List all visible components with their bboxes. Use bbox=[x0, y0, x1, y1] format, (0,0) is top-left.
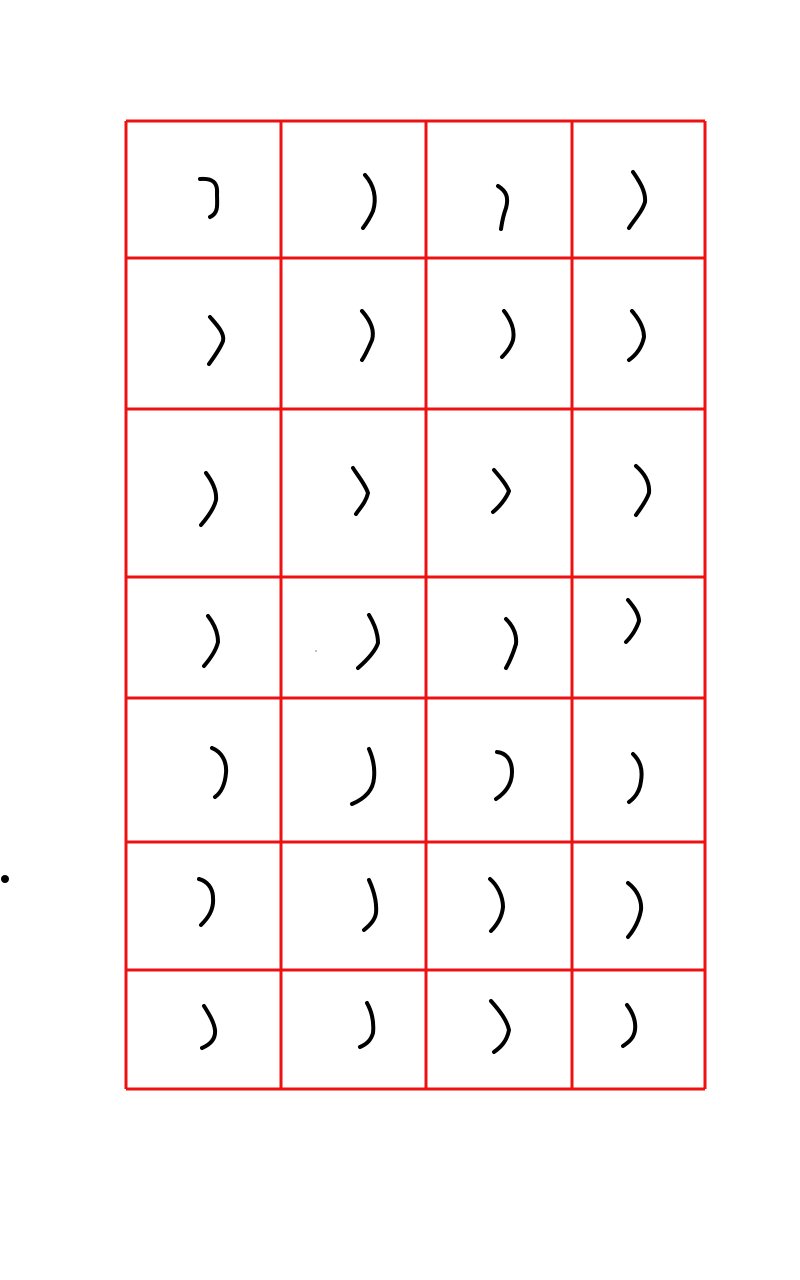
stray-speck bbox=[315, 650, 317, 652]
margin-dot bbox=[1, 875, 9, 883]
handwriting-canvas[interactable] bbox=[0, 0, 800, 1280]
